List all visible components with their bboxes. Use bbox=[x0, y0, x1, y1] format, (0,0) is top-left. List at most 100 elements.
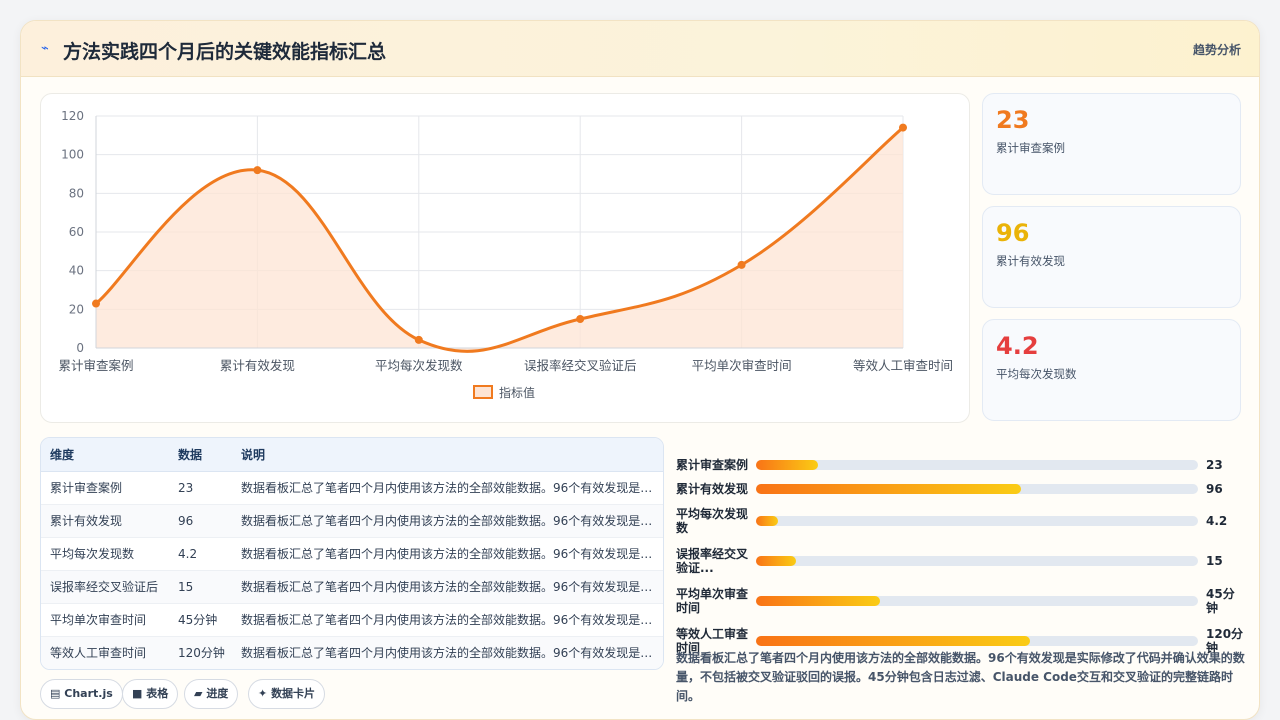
progress-fill bbox=[756, 460, 818, 470]
progress-track bbox=[756, 556, 1198, 566]
y-tick-label: 20 bbox=[69, 302, 84, 316]
stat-label: 累计审查案例 bbox=[996, 141, 1065, 155]
progress-track bbox=[756, 460, 1198, 470]
line-chart: 0 20 40 60 80 100 120 累计审查案例 累计有效发现 平均每次发现数 误报率经交叉… bbox=[58, 109, 953, 400]
tab-label: 数据卡片 bbox=[271, 687, 316, 700]
legend-swatch bbox=[473, 385, 493, 399]
x-tick-label: 平均每次发现数 bbox=[375, 358, 463, 373]
stat-label: 累计有效发现 bbox=[996, 254, 1065, 268]
stat-value: 4.2 bbox=[996, 332, 1039, 360]
progress-value: 4.2 bbox=[1206, 514, 1228, 528]
table-cell: 平均每次发现数 bbox=[41, 537, 169, 571]
y-tick-label: 40 bbox=[69, 264, 84, 278]
tab-label: Chart.js bbox=[64, 687, 113, 700]
y-tick-label: 120 bbox=[61, 109, 84, 123]
tab-label: 表格 bbox=[146, 687, 169, 700]
legend-label: 指标值 bbox=[499, 385, 535, 400]
chart-icon: ▤ bbox=[50, 687, 61, 700]
progress-fill bbox=[756, 636, 1031, 646]
table-cell: 误报率经交叉验证后 bbox=[41, 570, 169, 604]
col-header-dimension: 维度 bbox=[41, 438, 169, 472]
table-row: 累计有效发现 96 数据看板汇总了笔者四个月内使用该方法的全部效能数据。96个有… bbox=[41, 504, 663, 538]
data-point bbox=[414, 335, 423, 344]
progress-value: 15 bbox=[1206, 554, 1223, 568]
area-fill bbox=[96, 127, 903, 352]
progress-label: 累计审查案例 bbox=[676, 458, 749, 472]
table-cell: 15 bbox=[169, 570, 232, 604]
data-point bbox=[899, 123, 907, 132]
card-icon: ✦ bbox=[258, 687, 268, 700]
x-tick-label: 等效人工审查时间 bbox=[853, 358, 953, 373]
progress-fill bbox=[756, 556, 796, 566]
table-row: 误报率经交叉验证后 15 数据看板汇总了笔者四个月内使用该方法的全部效能数据。9… bbox=[41, 570, 663, 604]
progress-fill bbox=[756, 596, 880, 606]
col-header-data: 数据 bbox=[169, 438, 232, 472]
data-point bbox=[92, 299, 100, 308]
table-cell: 数据看板汇总了笔者四个月内使用该方法的全部效能数据。96个有效发现是实际修改了代… bbox=[232, 603, 663, 637]
x-tick-label: 累计审查案例 bbox=[58, 358, 133, 373]
y-tick-label: 60 bbox=[69, 225, 84, 239]
stat-card-findings: 96 累计有效发现 bbox=[982, 206, 1241, 308]
table-row: 平均单次审查时间 45分钟 数据看板汇总了笔者四个月内使用该方法的全部效能数据。… bbox=[41, 603, 663, 637]
table-cell: 等效人工审查时间 bbox=[41, 636, 169, 669]
table-cell: 数据看板汇总了笔者四个月内使用该方法的全部效能数据。96个有效发现是实际修改了代… bbox=[232, 504, 663, 538]
table-cell: 累计审查案例 bbox=[41, 471, 169, 505]
summary-note: 数据看板汇总了笔者四个月内使用该方法的全部效能数据。96个有效发现是实际修改了代… bbox=[676, 651, 1245, 703]
tab-progress[interactable]: ▰ 进度 bbox=[184, 679, 239, 709]
dashboard-card: ⌁ 方法实践四个月后的关键效能指标汇总 趋势分析 0 20 40 60 80 100 120… bbox=[20, 20, 1260, 720]
table-row: 累计审查案例 23 数据看板汇总了笔者四个月内使用该方法的全部效能数据。96个有… bbox=[41, 471, 663, 505]
table-cell: 4.2 bbox=[169, 537, 232, 571]
progress-icon: ▰ bbox=[194, 687, 203, 700]
y-tick-label: 0 bbox=[76, 341, 84, 355]
header: ⌁ 方法实践四个月后的关键效能指标汇总 趋势分析 bbox=[21, 21, 1259, 77]
tab-data-cards[interactable]: ✦ 数据卡片 bbox=[248, 679, 326, 709]
progress-label: 平均单次审查时间 bbox=[676, 587, 749, 615]
x-tick-label: 累计有效发现 bbox=[220, 358, 295, 373]
table-cell: 平均单次审查时间 bbox=[41, 603, 169, 637]
data-point bbox=[576, 315, 585, 323]
metrics-table: 维度 数据 说明 累计审查案例 23 数据看板汇总了笔者四个月内使用该方法的全部… bbox=[40, 437, 664, 670]
stat-card-cases: 23 累计审查案例 bbox=[982, 93, 1241, 195]
tab-table[interactable]: ■ 表格 bbox=[122, 679, 179, 709]
line-chart-panel: 0 20 40 60 80 100 120 累计审查案例 累计有效发现 平均每次发现数 误报率经交叉… bbox=[40, 93, 970, 423]
stat-value: 23 bbox=[996, 106, 1030, 134]
tab-chartjs[interactable]: ▤ Chart.js bbox=[40, 679, 123, 709]
sparkline-icon: ⌁ bbox=[41, 41, 49, 56]
progress-track bbox=[756, 596, 1198, 606]
table-cell: 数据看板汇总了笔者四个月内使用该方法的全部效能数据。96个有效发现是实际修改了代… bbox=[232, 636, 663, 669]
progress-label: 累计有效发现 bbox=[676, 482, 749, 496]
progress-label: 平均每次发现数 bbox=[676, 507, 749, 535]
table-header-row: 维度 数据 说明 bbox=[41, 438, 663, 472]
stat-value: 96 bbox=[996, 219, 1030, 247]
y-tick-label: 100 bbox=[61, 148, 84, 162]
table-row: 平均每次发现数 4.2 数据看板汇总了笔者四个月内使用该方法的全部效能数据。96… bbox=[41, 537, 663, 571]
x-tick-label: 平均单次审查时间 bbox=[692, 358, 792, 373]
progress-fill bbox=[756, 516, 779, 526]
progress-track bbox=[756, 636, 1198, 646]
col-header-description: 说明 bbox=[232, 438, 663, 472]
progress-value: 96 bbox=[1206, 482, 1223, 496]
table-cell: 96 bbox=[169, 504, 232, 538]
trend-analysis-link[interactable]: 趋势分析 bbox=[1193, 41, 1241, 58]
progress-track bbox=[756, 484, 1198, 494]
table-cell: 数据看板汇总了笔者四个月内使用该方法的全部效能数据。96个有效发现是实际修改了代… bbox=[232, 537, 663, 571]
table-row: 等效人工审查时间 120分钟 数据看板汇总了笔者四个月内使用该方法的全部效能数据… bbox=[41, 636, 663, 669]
table-cell: 数据看板汇总了笔者四个月内使用该方法的全部效能数据。96个有效发现是实际修改了代… bbox=[232, 570, 663, 604]
table-cell: 累计有效发现 bbox=[41, 504, 169, 538]
data-point bbox=[253, 166, 262, 175]
tab-label: 进度 bbox=[206, 687, 229, 700]
stat-card-avg-findings: 4.2 平均每次发现数 bbox=[982, 319, 1241, 421]
x-tick-label: 误报率经交叉验证后 bbox=[524, 358, 637, 373]
table-icon: ■ bbox=[132, 687, 143, 700]
progress-value: 45分钟 bbox=[1206, 587, 1235, 615]
data-point bbox=[737, 260, 746, 269]
progress-value: 23 bbox=[1206, 458, 1223, 472]
progress-track bbox=[756, 516, 1198, 526]
table-cell: 数据看板汇总了笔者四个月内使用该方法的全部效能数据。96个有效发现是实际修改了代… bbox=[232, 471, 663, 505]
y-tick-label: 80 bbox=[69, 186, 84, 200]
progress-fill bbox=[756, 484, 1022, 494]
table-cell: 23 bbox=[169, 471, 232, 505]
progress-label: 误报率经交叉验证... bbox=[676, 547, 749, 575]
table-cell: 120分钟 bbox=[169, 636, 232, 669]
page-title: 方法实践四个月后的关键效能指标汇总 bbox=[63, 41, 387, 63]
